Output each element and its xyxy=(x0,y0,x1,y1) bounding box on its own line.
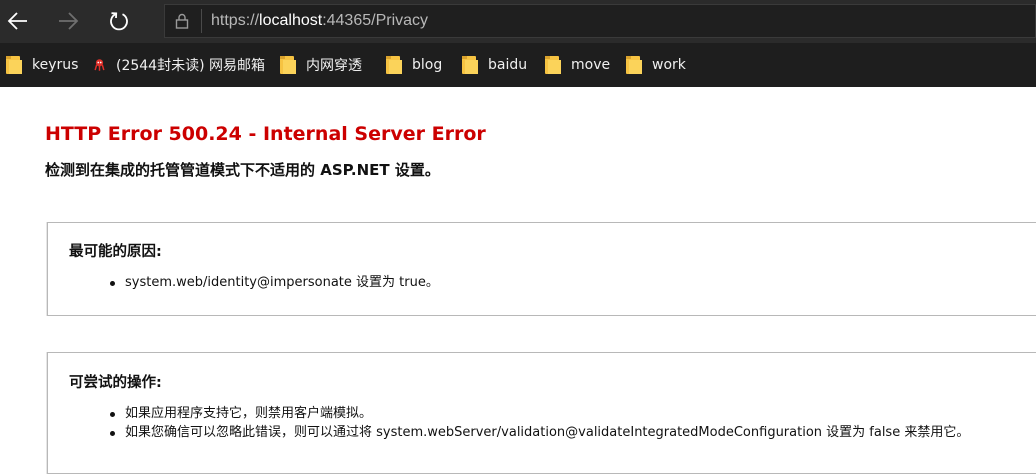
folder-icon xyxy=(386,56,402,74)
folder-icon xyxy=(626,56,642,74)
bookmark-intranet-tunnel[interactable]: 内网穿透 xyxy=(280,43,362,87)
refresh-button[interactable] xyxy=(103,6,135,36)
bookmark-label: blog xyxy=(412,57,443,73)
bookmark-move[interactable]: move xyxy=(545,43,610,87)
url-prefix: https:// xyxy=(211,12,260,29)
folder-icon xyxy=(545,56,561,74)
bookmark-label: work xyxy=(652,57,686,73)
bookmarks-bar: keyrus (2544封未读) 网易邮箱 内网穿透 blog baidu mo… xyxy=(0,43,1036,87)
actions-list: 如果应用程序支持它，则禁用客户端模拟。 如果您确信可以忽略此错误，则可以通过将 … xyxy=(106,404,969,442)
url-host: localhost xyxy=(259,12,323,29)
mail-icon xyxy=(94,59,105,71)
back-button[interactable] xyxy=(2,6,34,36)
actions-heading: 可尝试的操作: xyxy=(69,375,162,391)
bookmark-label: (2544封未读) 网易邮箱 xyxy=(115,58,265,74)
bookmark-label: move xyxy=(571,57,611,73)
causes-panel: 最可能的原因: system.web/identity@impersonate … xyxy=(47,222,1036,316)
lock-icon xyxy=(175,13,189,29)
causes-heading: 最可能的原因: xyxy=(69,244,162,260)
refresh-icon xyxy=(110,12,128,31)
forward-arrow-icon xyxy=(59,12,79,30)
bookmark-label: keyrus xyxy=(32,57,79,73)
bookmark-work[interactable]: work xyxy=(626,43,686,87)
list-item: 如果应用程序支持它，则禁用客户端模拟。 xyxy=(106,404,969,423)
back-arrow-icon xyxy=(7,12,27,30)
bookmark-keyrus[interactable]: keyrus xyxy=(6,43,78,87)
page-content: HTTP Error 500.24 - Internal Server Erro… xyxy=(0,87,1036,474)
browser-toolbar: https://localhost:44365/Privacy xyxy=(0,0,1036,43)
bookmark-netease-mail[interactable]: (2544封未读) 网易邮箱 xyxy=(93,43,265,87)
url-text[interactable]: https://localhost:44365/Privacy xyxy=(211,10,428,32)
folder-icon xyxy=(280,56,296,74)
actions-panel: 可尝试的操作: 如果应用程序支持它，则禁用客户端模拟。 如果您确信可以忽略此错误… xyxy=(47,352,1036,474)
url-suffix: :44365/Privacy xyxy=(322,12,429,29)
bookmark-label: baidu xyxy=(488,57,528,73)
bookmark-blog[interactable]: blog xyxy=(386,43,442,87)
bookmark-baidu[interactable]: baidu xyxy=(462,43,527,87)
list-item: 如果您确信可以忽略此错误，则可以通过将 system.webServer/val… xyxy=(106,423,969,442)
bookmark-label: 内网穿透 xyxy=(306,58,362,74)
folder-icon xyxy=(6,56,22,74)
address-bar[interactable]: https://localhost:44365/Privacy xyxy=(164,4,1036,38)
address-divider xyxy=(201,9,202,33)
causes-list: system.web/identity@impersonate 设置为 true… xyxy=(106,273,439,292)
error-subtitle: 检测到在集成的托管管道模式下不适用的 ASP.NET 设置。 xyxy=(45,161,440,179)
forward-button[interactable] xyxy=(52,6,84,36)
list-item: system.web/identity@impersonate 设置为 true… xyxy=(106,273,439,292)
error-title: HTTP Error 500.24 - Internal Server Erro… xyxy=(45,123,486,145)
folder-icon xyxy=(462,56,478,74)
